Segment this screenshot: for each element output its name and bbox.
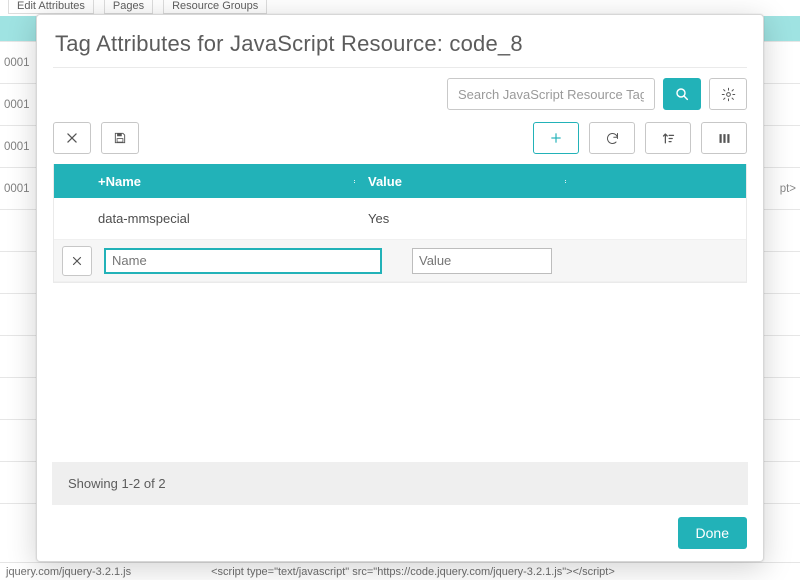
modal-title: Tag Attributes for JavaScript Resource: … [55,31,747,57]
search-input[interactable] [447,78,655,110]
bg-tab[interactable]: Pages [104,0,153,14]
save-button[interactable] [101,122,139,154]
close-icon [65,131,79,145]
new-name-input[interactable] [104,248,382,274]
refresh-icon [605,131,620,146]
modal-footer: Done [53,505,747,549]
search-button[interactable] [663,78,701,110]
table-row-new [54,240,746,282]
background-tabs: Edit Attributes Pages Resource Groups [0,0,800,14]
done-button[interactable]: Done [678,517,747,549]
new-value-input[interactable] [412,248,552,274]
plus-icon [549,131,563,145]
remove-row-button[interactable] [62,246,92,276]
cancel-button[interactable] [53,122,91,154]
columns-button[interactable] [701,122,747,154]
background-footer: jquery.com/jquery-3.2.1.js <script type=… [0,562,800,580]
col-header-value[interactable]: Value [354,174,746,189]
bg-tab[interactable]: Edit Attributes [8,0,94,14]
search-row [53,78,747,110]
sort-icon [661,131,676,146]
divider [53,67,747,68]
add-button[interactable] [533,122,579,154]
refresh-button[interactable] [589,122,635,154]
tag-attributes-modal: Tag Attributes for JavaScript Resource: … [36,14,764,562]
bg-tab[interactable]: Resource Groups [163,0,267,14]
columns-icon [717,131,732,146]
col-header-name[interactable]: +Name [54,174,354,189]
attributes-table: +Name Value data-mmspecial Yes [53,164,747,283]
save-icon [113,131,127,145]
table-row[interactable]: data-mmspecial Yes [54,198,746,240]
toolbar [53,122,747,154]
settings-button[interactable] [709,78,747,110]
table-header: +Name Value [54,164,746,198]
gear-icon [721,87,736,102]
search-icon [674,86,690,102]
cell-name: data-mmspecial [54,211,354,226]
cell-value: Yes [354,211,746,226]
status-bar: Showing 1-2 of 2 [52,462,748,505]
sort-button[interactable] [645,122,691,154]
close-icon [71,255,83,267]
